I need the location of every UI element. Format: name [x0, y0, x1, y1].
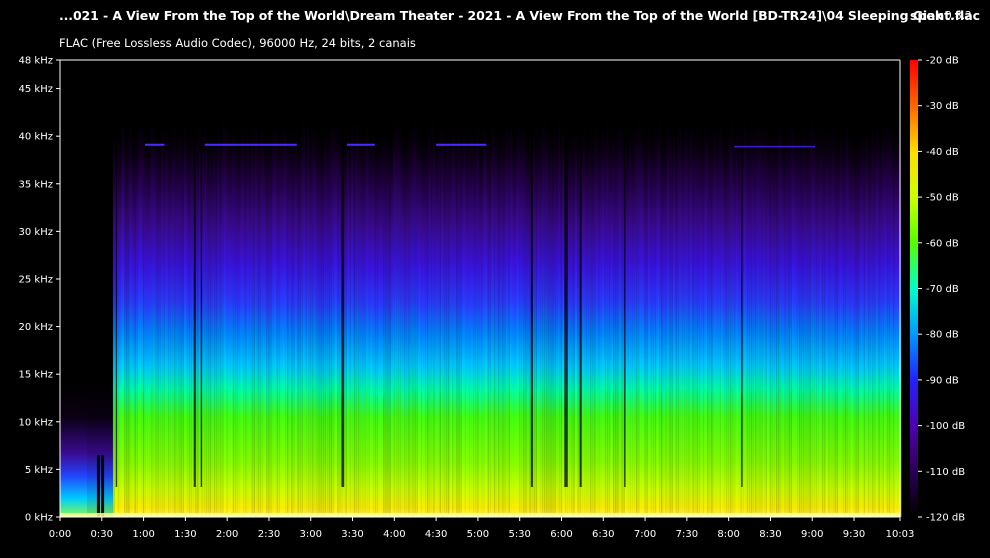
x-tick-label: 4:30 — [425, 529, 447, 540]
x-tick-label: 6:30 — [592, 529, 614, 540]
low-freq-band — [60, 513, 900, 517]
colorbar-tick-label: -40 dB — [926, 147, 959, 158]
colorbar-tick-label: -110 dB — [926, 467, 965, 478]
colorbar-tick-label: -100 dB — [926, 421, 965, 432]
spectrogram-gap — [96, 455, 100, 517]
y-tick-label: 25 kHz — [19, 274, 53, 285]
x-tick-label: 7:30 — [676, 529, 698, 540]
spectrogram-gap — [741, 60, 743, 487]
spectrogram-gap — [579, 60, 582, 487]
x-tick-label: 5:30 — [508, 529, 530, 540]
x-tick-label: 1:30 — [174, 529, 196, 540]
x-tick-label: 10:03 — [886, 529, 915, 540]
spectrogram-gap — [341, 60, 345, 487]
y-tick-label: 20 kHz — [19, 322, 53, 333]
spectrogram-chart: 0 kHz 5 kHz 10 kHz 15 kHz 20 kHz 25 kHz 30 kHz… — [19, 48, 965, 540]
x-tick-label: 5:00 — [467, 529, 489, 540]
spectrogram-gap — [200, 60, 203, 487]
x-tick-label: 7:00 — [634, 529, 656, 540]
x-tick-label: 9:30 — [843, 529, 865, 540]
x-tick-label: 3:30 — [341, 529, 363, 540]
spectrogram-gap — [624, 60, 626, 487]
y-tick-label: 10 kHz — [19, 417, 53, 428]
colorbar-tick-label: -70 dB — [926, 284, 959, 295]
y-tick-label: 45 kHz — [19, 84, 53, 95]
y-tick-label: 30 kHz — [19, 227, 53, 238]
y-tick-label: 48 kHz — [19, 56, 53, 67]
y-tick-label: 15 kHz — [19, 370, 53, 381]
colorbar-tick-label: -50 dB — [926, 193, 959, 204]
spectrogram-gap — [564, 60, 568, 487]
colorbar-gradient-rect — [910, 60, 918, 517]
colorbar-tick-label: -20 dB — [926, 56, 959, 67]
x-tick-label: 3:00 — [300, 529, 322, 540]
y-tick-label: 5 kHz — [25, 465, 53, 476]
x-tick-label: 0:30 — [91, 529, 113, 540]
y-tick-label: 35 kHz — [19, 179, 53, 190]
x-tick-label: 2:00 — [216, 529, 238, 540]
spectrogram-gap — [530, 60, 533, 487]
x-tick-label: 8:30 — [759, 529, 781, 540]
x-tick-label: 8:00 — [717, 529, 739, 540]
colorbar: -20 dB -30 dB -40 dB -50 dB -60 dB -70 dB -80 … — [910, 56, 965, 524]
colorbar-tick-label: -80 dB — [926, 330, 959, 341]
colorbar-tick-label: -90 dB — [926, 375, 959, 386]
y-tick-label: 40 kHz — [19, 132, 53, 143]
spectrogram-intro-2 — [87, 60, 113, 517]
colorbar-tick-label: -60 dB — [926, 238, 959, 249]
y-tick-label: 0 kHz — [25, 513, 53, 524]
spectrogram-plot-area — [60, 48, 902, 518]
x-tick-label: 0:00 — [49, 529, 71, 540]
x-tick-label: 9:00 — [801, 529, 823, 540]
spectrogram-gap — [115, 60, 118, 487]
colorbar-tick-label: -30 dB — [926, 101, 959, 112]
x-tick-label: 6:00 — [550, 529, 572, 540]
spectrogram-intro — [60, 60, 88, 517]
colorbar-tick-label: -120 dB — [926, 513, 965, 524]
spectrogram-gap — [101, 455, 105, 517]
x-tick-label: 4:00 — [383, 529, 405, 540]
x-tick-label: 1:00 — [132, 529, 154, 540]
x-tick-label: 2:30 — [258, 529, 280, 540]
spectrogram-gap — [193, 60, 196, 487]
